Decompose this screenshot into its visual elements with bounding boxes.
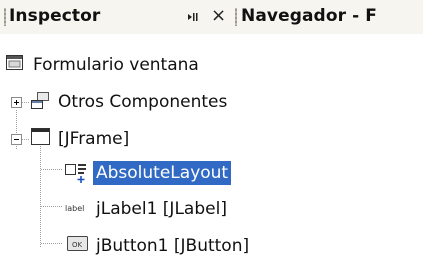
expand-icon[interactable] [11,97,22,108]
label-icon-text: label [65,204,84,213]
pin-icon[interactable] [187,11,199,23]
tree-node-label: Formulario ventana [33,55,199,75]
tab-inspector[interactable]: Inspector [9,6,100,26]
form-window-icon [6,55,23,70]
tree-node-jframe[interactable]: [JFrame] [0,124,423,154]
tab-grip-inspector[interactable] [4,8,6,26]
label-icon: label [65,204,84,213]
components-icon [31,92,49,109]
tree-line [22,102,30,103]
absolute-layout-icon [65,164,86,183]
tree-node-label: [JFrame] [58,129,130,149]
tab-navigator[interactable]: Navegador - F [241,6,377,26]
tree-node-jbutton1[interactable]: OK jButton1 [JButton] [0,231,423,261]
close-icon[interactable]: × [211,5,226,27]
tree-node-form[interactable]: Formulario ventana [0,50,423,80]
tree-node-label: jLabel1 [JLabel] [96,199,227,219]
tree-node-label: Otros Componentes [58,92,228,112]
tree-node-label: jButton1 [JButton] [96,236,250,256]
button-icon: OK [67,236,88,251]
tab-strip: Inspector × Navegador - F [0,0,423,35]
collapse-icon[interactable] [11,134,22,145]
button-icon-text: OK [72,241,83,249]
inspector-tree: Formulario ventana Otros Componentes [JF… [0,34,423,256]
tree-node-absolute-layout[interactable]: AbsoluteLayout [0,158,423,188]
frame-icon [31,128,50,145]
tab-grip-navigator[interactable] [235,8,237,26]
tree-line [22,139,30,140]
tree-node-other-components[interactable]: Otros Componentes [0,87,423,117]
tree-node-label-selected: AbsoluteLayout [93,161,232,185]
tree-node-jlabel1[interactable]: label jLabel1 [JLabel] [0,194,423,224]
